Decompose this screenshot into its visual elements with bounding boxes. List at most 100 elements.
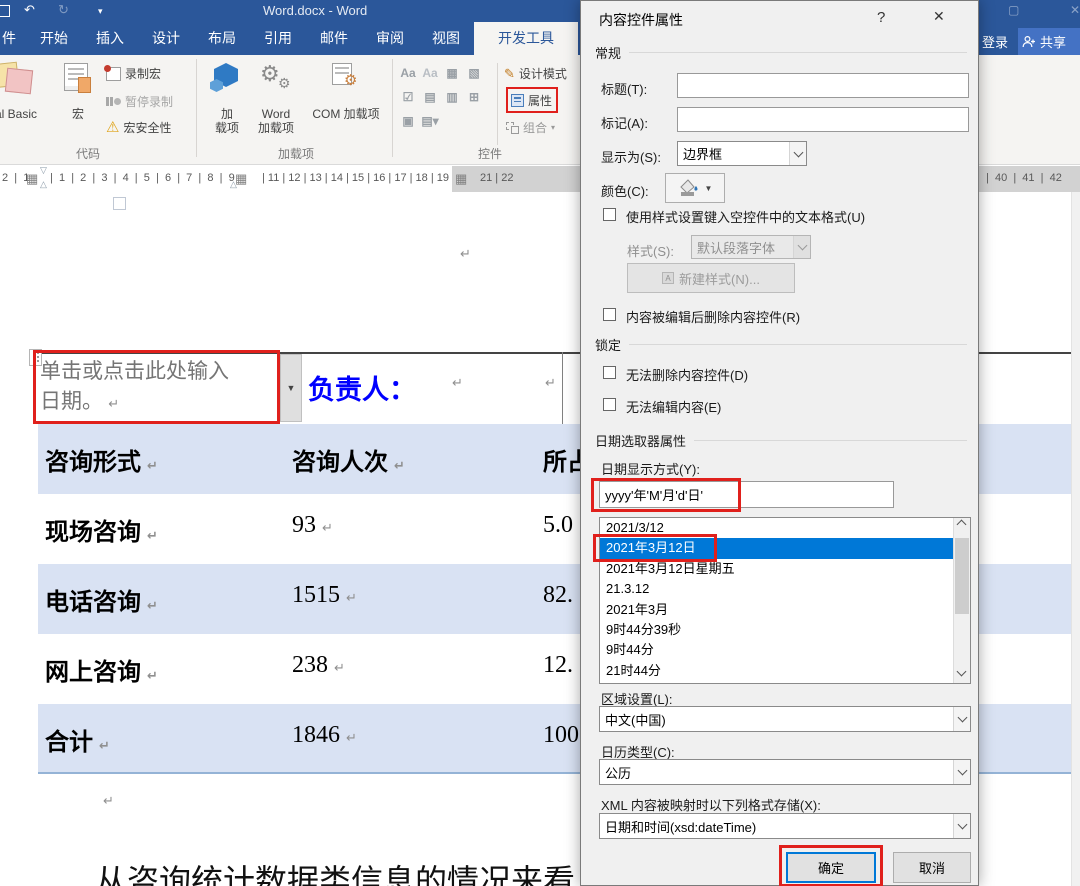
remove-on-edit-label[interactable]: 内容被编辑后删除内容控件(R) bbox=[626, 307, 800, 326]
chevron-down-icon bbox=[789, 142, 806, 165]
tab-home[interactable]: 开始 bbox=[26, 22, 82, 55]
no-delete-label[interactable]: 无法删除内容控件(D) bbox=[626, 365, 748, 384]
tag-field[interactable] bbox=[677, 107, 969, 132]
table-cell: 82. bbox=[543, 582, 573, 608]
first-line-indent-marker[interactable]: ▽ bbox=[40, 165, 47, 176]
close-window-icon[interactable]: ✕ bbox=[1070, 3, 1080, 17]
maximize-icon[interactable]: ▢ bbox=[1008, 3, 1019, 17]
date-format-listbox[interactable]: 2021/3/12 2021年3月12日 2021年3月12日星期五 21.3.… bbox=[599, 517, 971, 684]
tab-review[interactable]: 审阅 bbox=[362, 22, 418, 55]
format-option[interactable]: 2021/3/12 bbox=[600, 518, 970, 538]
cancel-button[interactable]: 取消 bbox=[893, 852, 971, 883]
ruler-table-marker[interactable]: ▦ bbox=[455, 171, 467, 187]
title-field[interactable] bbox=[677, 73, 969, 98]
share-button[interactable]: 共享 bbox=[1018, 28, 1080, 55]
table-cell: 12. bbox=[543, 652, 573, 678]
tab-view[interactable]: 视图 bbox=[418, 22, 474, 55]
style-select-disabled: 默认段落字体 bbox=[691, 235, 811, 259]
paragraph-mark: ↵ bbox=[452, 376, 463, 391]
undo-icon[interactable]: ↶ bbox=[24, 2, 35, 18]
scroll-down-icon[interactable] bbox=[956, 666, 967, 677]
macro-security-button[interactable]: ⚠ 宏安全性 bbox=[106, 119, 171, 136]
save-icon[interactable] bbox=[0, 5, 10, 17]
controls-group-label: 控件 bbox=[478, 147, 503, 161]
tab-insert[interactable]: 插入 bbox=[82, 22, 138, 55]
date-format-input[interactable] bbox=[599, 481, 894, 508]
no-delete-checkbox[interactable] bbox=[603, 366, 616, 379]
format-option[interactable]: 21时44分 bbox=[600, 661, 970, 681]
pause-recording-button[interactable]: 暂停录制 bbox=[106, 93, 173, 110]
locale-select[interactable]: 中文(中国) bbox=[599, 706, 971, 732]
plain-text-control-icon[interactable]: Aa bbox=[420, 63, 440, 83]
table-cell: 1515 ↵ bbox=[292, 582, 357, 608]
calendar-type-select[interactable]: 公历 bbox=[599, 759, 971, 785]
repeating-section-control-icon[interactable]: ▣ bbox=[398, 111, 418, 131]
listbox-scrollbar[interactable] bbox=[953, 518, 970, 683]
no-edit-label[interactable]: 无法编辑内容(E) bbox=[626, 397, 721, 416]
scrollbar-thumb[interactable] bbox=[955, 538, 969, 614]
picture-control-icon[interactable]: ▦ bbox=[442, 63, 462, 83]
group-separator bbox=[392, 59, 393, 157]
group-button[interactable]: 组合 ▾ bbox=[506, 119, 555, 136]
design-mode-button[interactable]: ✎ 设计模式 bbox=[504, 65, 567, 82]
date-picker-dropdown-button[interactable]: ▼ bbox=[280, 354, 302, 422]
datepicker-control-icon[interactable]: ⊞ bbox=[464, 87, 484, 107]
close-icon[interactable]: ✕ bbox=[933, 8, 945, 25]
format-option[interactable]: 2021年3月12日星期五 bbox=[600, 559, 970, 579]
tab-developer[interactable]: 开发工具 bbox=[474, 22, 578, 55]
table-cell: 网上咨询 ↵ bbox=[45, 660, 158, 686]
date-picker-placeholder[interactable]: 单击或点击此处输入 日期。 ↵ bbox=[40, 356, 275, 420]
properties-icon bbox=[511, 94, 524, 107]
xml-store-select[interactable]: 日期和时间(xsd:dateTime) bbox=[599, 813, 971, 839]
rich-text-control-icon[interactable]: Aa bbox=[398, 63, 418, 83]
tab-layout[interactable]: 布局 bbox=[194, 22, 250, 55]
no-edit-checkbox[interactable] bbox=[603, 398, 616, 411]
color-picker-button[interactable]: ▼ bbox=[665, 173, 725, 203]
ruler-numbers-1: | 1 | 2 | 3 | 4 | 5 | 6 | 7 | 8 | 9 bbox=[50, 172, 235, 184]
remove-on-edit-checkbox[interactable] bbox=[603, 308, 616, 321]
format-option[interactable]: 21.3.12 bbox=[600, 579, 970, 599]
format-option[interactable]: 2021年3月 bbox=[600, 600, 970, 620]
style-label: 样式(S): bbox=[627, 244, 674, 259]
hanging-indent-marker[interactable]: △ bbox=[40, 179, 47, 190]
date-format-label: 日期显示方式(Y): bbox=[601, 462, 700, 477]
tab-file[interactable]: 件 bbox=[0, 22, 26, 55]
show-as-label: 显示为(S): bbox=[601, 150, 661, 165]
table-cell: 238 ↵ bbox=[292, 652, 345, 678]
properties-button[interactable]: 属性 bbox=[511, 92, 552, 109]
use-style-checkbox-label[interactable]: 使用样式设置键入空控件中的文本格式(U) bbox=[626, 207, 865, 226]
table-cell: 100 bbox=[543, 722, 579, 748]
use-style-checkbox[interactable] bbox=[603, 208, 616, 221]
ruler-table-marker[interactable]: ▦ bbox=[26, 171, 38, 187]
format-option[interactable]: 9时44分 bbox=[600, 640, 970, 660]
legacy-tools-icon[interactable]: ▤▾ bbox=[420, 111, 440, 131]
combobox-control-icon[interactable]: ▤ bbox=[420, 87, 440, 107]
table-cell: 现场咨询 ↵ bbox=[45, 520, 158, 546]
record-macro-icon bbox=[104, 64, 121, 81]
addins-group-label: 加载项 bbox=[278, 147, 315, 161]
record-macro-button[interactable]: 录制宏 bbox=[104, 64, 161, 82]
table-cell: 93 ↵ bbox=[292, 512, 333, 538]
gear-icon-orange: ⚙ bbox=[344, 72, 358, 89]
ruler-right-numbers: | 40 | 41 | 42 bbox=[986, 172, 1062, 184]
show-as-select[interactable]: 边界框 bbox=[677, 141, 807, 166]
tab-design[interactable]: 设计 bbox=[138, 22, 194, 55]
checkbox-control-icon[interactable]: ☑ bbox=[398, 87, 418, 107]
format-option-selected[interactable]: 2021年3月12日 bbox=[600, 538, 970, 559]
dropdown-control-icon[interactable]: ▥ bbox=[442, 87, 462, 107]
help-icon[interactable]: ? bbox=[877, 9, 885, 26]
qat-customize-icon[interactable]: ▾ bbox=[98, 6, 103, 17]
indent-marker[interactable]: △ bbox=[230, 179, 237, 190]
ok-button[interactable]: 确定 bbox=[786, 852, 876, 883]
table-cell: 5.0 bbox=[543, 512, 573, 538]
tab-references[interactable]: 引用 bbox=[250, 22, 306, 55]
signin-button[interactable]: 登录 bbox=[982, 30, 1008, 55]
tab-mailings[interactable]: 邮件 bbox=[306, 22, 362, 55]
scroll-up-icon[interactable] bbox=[956, 519, 967, 530]
lock-section-header: 锁定 bbox=[595, 335, 967, 354]
gear-icon-small: ⚙ bbox=[278, 75, 291, 91]
redo-icon[interactable]: ↻ bbox=[58, 2, 69, 18]
format-option[interactable]: 9时44分39秒 bbox=[600, 620, 970, 640]
building-block-control-icon[interactable]: ▧ bbox=[464, 63, 484, 83]
vertical-scrollbar[interactable] bbox=[1071, 192, 1080, 886]
